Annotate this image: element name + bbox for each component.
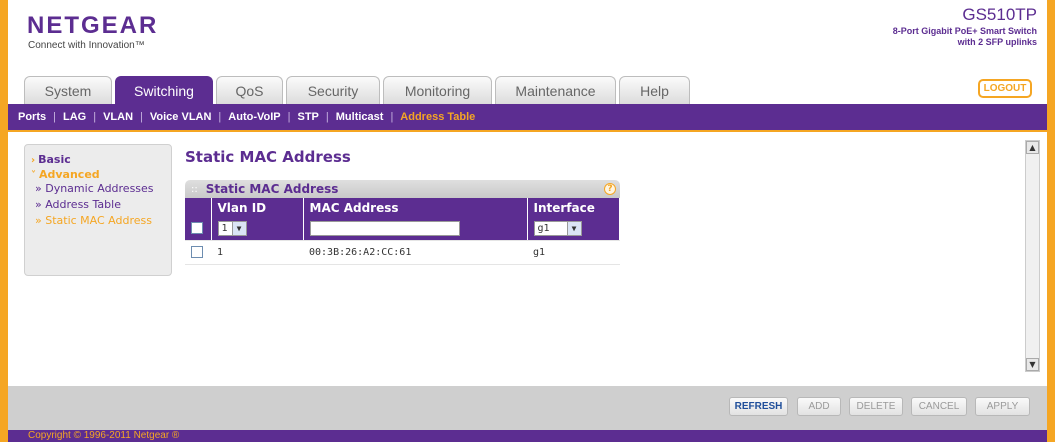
tab-qos[interactable]: QoS xyxy=(216,76,283,104)
sidebar-basic[interactable]: › Basic xyxy=(31,153,165,166)
column-mac-address: MAC Address xyxy=(303,198,528,217)
model-name: GS510TP xyxy=(962,5,1037,24)
sidebar-advanced[interactable]: ˅ Advanced xyxy=(31,168,165,181)
column-select xyxy=(185,198,212,217)
vertical-scrollbar[interactable]: ▲ ▼ xyxy=(1025,140,1040,372)
sidebar-basic-label: Basic xyxy=(38,153,71,166)
panel-header: :: Static MAC Address ? xyxy=(185,180,620,198)
chevron-down-icon: ▼ xyxy=(231,221,246,235)
sidebar-advanced-label: Advanced xyxy=(39,168,100,181)
copyright-text: Copyright © 1996-2011 Netgear ® xyxy=(28,430,180,441)
sidebar-item-static-mac-address[interactable]: » Static MAC Address xyxy=(31,213,165,229)
frame-border-right xyxy=(1047,0,1055,442)
tab-help[interactable]: Help xyxy=(619,76,690,104)
scroll-up-icon[interactable]: ▲ xyxy=(1026,141,1039,154)
scroll-down-icon[interactable]: ▼ xyxy=(1026,358,1039,371)
subnav-auto-voip[interactable]: Auto-VoIP xyxy=(228,111,280,123)
frame-border-left xyxy=(0,0,8,442)
model-description-1: 8-Port Gigabit PoE+ Smart Switch xyxy=(892,26,1037,36)
action-button-bar: REFRESH ADD DELETE CANCEL APPLY xyxy=(8,386,1047,430)
subnav-voice-vlan[interactable]: Voice VLAN xyxy=(150,111,212,123)
tab-system[interactable]: System xyxy=(24,76,112,104)
chevron-down-icon: ˅ xyxy=(31,170,36,181)
tab-maintenance[interactable]: Maintenance xyxy=(495,76,616,104)
subnav-multicast[interactable]: Multicast xyxy=(336,111,384,123)
subnav-address-table[interactable]: Address Table xyxy=(400,111,475,123)
mac-address-input[interactable] xyxy=(309,220,460,236)
netgear-logo: NETGEAR xyxy=(27,12,159,39)
subnav-lag[interactable]: LAG xyxy=(63,111,86,123)
panel-title: Static MAC Address xyxy=(205,182,339,196)
subnav-vlan[interactable]: VLAN xyxy=(103,111,133,123)
table-row: 1 00:3B:26:A2:CC:61 g1 xyxy=(185,240,620,265)
sidebar: › Basic ˅ Advanced » Dynamic Addresses » A… xyxy=(24,144,172,276)
vlan-id-select[interactable]: 1 ▼ xyxy=(217,220,247,236)
refresh-button[interactable]: REFRESH xyxy=(729,397,788,416)
sidebar-item-address-table[interactable]: » Address Table xyxy=(31,197,165,213)
apply-button[interactable]: APPLY xyxy=(975,397,1030,416)
chevron-right-icon: › xyxy=(31,155,36,166)
brand-tagline: Connect with Innovation™ xyxy=(28,40,145,51)
column-vlan-id: Vlan ID xyxy=(211,198,304,217)
tab-switching[interactable]: Switching xyxy=(115,76,213,104)
interface-select-value: g1 xyxy=(537,222,550,234)
table-header-row: Vlan ID MAC Address Interface xyxy=(185,198,620,217)
vlan-id-select-value: 1 xyxy=(221,222,228,234)
header-divider xyxy=(8,130,1047,132)
drag-handle-icon: :: xyxy=(191,183,198,195)
add-button[interactable]: ADD xyxy=(797,397,841,416)
column-interface: Interface xyxy=(527,198,620,217)
subnav-ports[interactable]: Ports xyxy=(18,111,46,123)
sub-navigation: Ports | LAG | VLAN | Voice VLAN | Auto-VoIP |… xyxy=(8,104,1047,130)
logout-button[interactable]: LOGOUT xyxy=(978,79,1032,98)
row-checkbox[interactable] xyxy=(191,246,203,258)
row-interface: g1 xyxy=(527,240,620,265)
row-vlan-id: 1 xyxy=(211,240,303,265)
sidebar-item-dynamic-addresses[interactable]: » Dynamic Addresses xyxy=(31,181,165,197)
delete-button[interactable]: DELETE xyxy=(849,397,903,416)
content-area: › Basic ˅ Advanced » Dynamic Addresses » A… xyxy=(8,136,1040,381)
chevron-down-icon: ▼ xyxy=(566,221,581,235)
header: NETGEAR Connect with Innovation™ GS510TP… xyxy=(8,0,1047,104)
footer: Copyright © 1996-2011 Netgear ® xyxy=(8,430,1047,442)
subnav-stp[interactable]: STP xyxy=(297,111,318,123)
help-icon[interactable]: ? xyxy=(604,183,616,195)
edit-row-checkbox[interactable] xyxy=(191,222,203,235)
tab-monitoring[interactable]: Monitoring xyxy=(383,76,492,104)
main-tabs: System Switching QoS Security Monitoring… xyxy=(24,76,690,104)
page-title: Static MAC Address xyxy=(185,148,351,166)
static-mac-panel: :: Static MAC Address ? Vlan ID MAC Addr… xyxy=(185,180,620,276)
interface-select[interactable]: g1 ▼ xyxy=(533,220,582,236)
tab-security[interactable]: Security xyxy=(286,76,380,104)
cancel-button[interactable]: CANCEL xyxy=(911,397,967,416)
static-mac-table: Vlan ID MAC Address Interface 1 ▼ g1 ▼ 1 0… xyxy=(185,198,620,265)
row-mac-address: 00:3B:26:A2:CC:61 xyxy=(303,240,527,265)
model-description-2: with 2 SFP uplinks xyxy=(957,37,1037,47)
edit-row: 1 ▼ g1 ▼ xyxy=(185,217,620,241)
app-window: NETGEAR Connect with Innovation™ GS510TP… xyxy=(0,0,1055,442)
